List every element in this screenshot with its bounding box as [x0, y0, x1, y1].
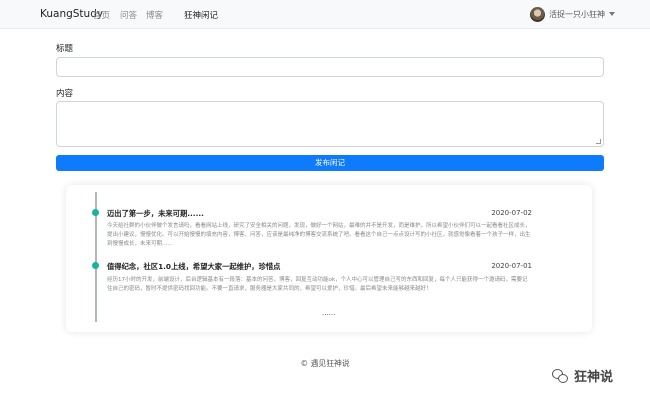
post-body: 经历17小时的开发，前端设计，后台逻辑基本有一段落：基本的问答，博客，回复互动功… [107, 277, 528, 292]
title-input[interactable] [56, 57, 604, 77]
submit-button[interactable]: 发布闲记 [56, 155, 604, 171]
timeline-dot [92, 262, 99, 269]
nav-link-notes[interactable]: 狂神闲记 [184, 9, 218, 21]
resize-handle-icon[interactable] [596, 139, 601, 144]
post-date: 2020-07-01 [491, 262, 532, 270]
wechat-icon [552, 367, 570, 385]
watermark-text: 狂神说 [574, 370, 614, 385]
post-title[interactable]: 迈出了第一步，未来可期...... [107, 209, 204, 219]
chevron-down-icon [609, 12, 615, 16]
user-menu[interactable]: 活捉一只小狂神 [530, 5, 615, 23]
content-textarea[interactable] [56, 101, 604, 147]
nav-link-qa[interactable]: 问答 [120, 9, 137, 21]
nav-link-home[interactable]: 首页 [93, 9, 110, 21]
watermark: 狂神说 [552, 366, 613, 385]
title-label: 标题 [56, 44, 74, 54]
avatar [530, 6, 545, 22]
content-label: 内容 [56, 89, 74, 99]
post-title[interactable]: 值得纪念，社区1.0上线，希望大家一起维护，珍惜点 [107, 262, 280, 272]
user-name: 活捉一只小狂神 [549, 9, 605, 19]
nav-link-blog[interactable]: 博客 [146, 9, 163, 21]
timeline-dot [92, 209, 99, 216]
post-date: 2020-07-02 [491, 209, 532, 217]
more-indicator[interactable]: ...... [322, 309, 335, 317]
post-body: 今天给社群的小伙伴做个发言请吗，看看网站上线，研究了安全相关的问题，发现，做好一… [107, 223, 531, 247]
navbar: KuangStudy 首页 问答 博客 狂神闲记 活捉一只小狂神 [0, 0, 650, 29]
